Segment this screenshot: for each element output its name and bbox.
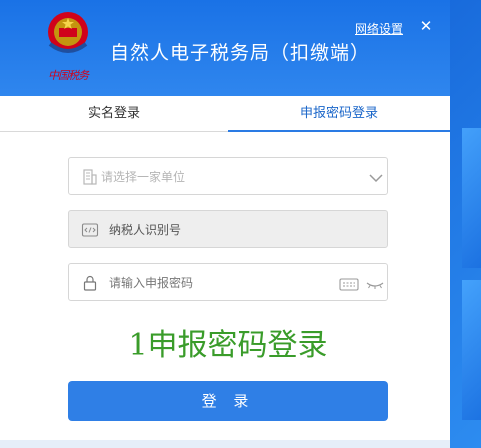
building-icon: [83, 169, 97, 185]
unit-select[interactable]: 请选择一家单位: [68, 157, 388, 195]
login-tabs: 实名登录 申报密码登录: [0, 96, 450, 132]
id-code-icon: [81, 223, 99, 237]
eye-closed-icon[interactable]: [365, 275, 385, 293]
national-emblem-icon: [48, 12, 88, 53]
password-placeholder: 请输入申报密码: [109, 276, 194, 290]
keyboard-icon[interactable]: [339, 275, 359, 293]
annotation-caption: 1申报密码登录: [128, 328, 328, 363]
tab-realname-login[interactable]: 实名登录: [0, 96, 228, 132]
lock-icon: [83, 275, 97, 291]
bottom-bar: [0, 440, 450, 448]
login-button[interactable]: 登 录: [68, 381, 388, 421]
chevron-down-icon[interactable]: [366, 169, 386, 187]
title-bar: 中国税务 自然人电子税务局（扣缴端） 网络设置 ✕: [0, 0, 450, 96]
taxpayer-id-field[interactable]: 纳税人识别号: [68, 210, 388, 248]
desktop-tile: [462, 280, 481, 420]
network-settings-link[interactable]: 网络设置: [355, 20, 403, 37]
taxpayer-id-label: 纳税人识别号: [109, 223, 182, 237]
desktop-tile: [462, 128, 481, 268]
app-title: 自然人电子税务局（扣缴端）: [110, 42, 371, 64]
tab-password-login[interactable]: 申报密码登录: [228, 96, 450, 132]
login-window: 中国税务 自然人电子税务局（扣缴端） 网络设置 ✕ 实名登录 申报密码登录 请选…: [0, 0, 450, 448]
unit-select-placeholder: 请选择一家单位: [101, 170, 186, 184]
password-field[interactable]: 请输入申报密码: [68, 263, 388, 301]
close-button[interactable]: ✕: [416, 16, 436, 36]
tax-logo-text: 中国税务: [48, 69, 89, 82]
